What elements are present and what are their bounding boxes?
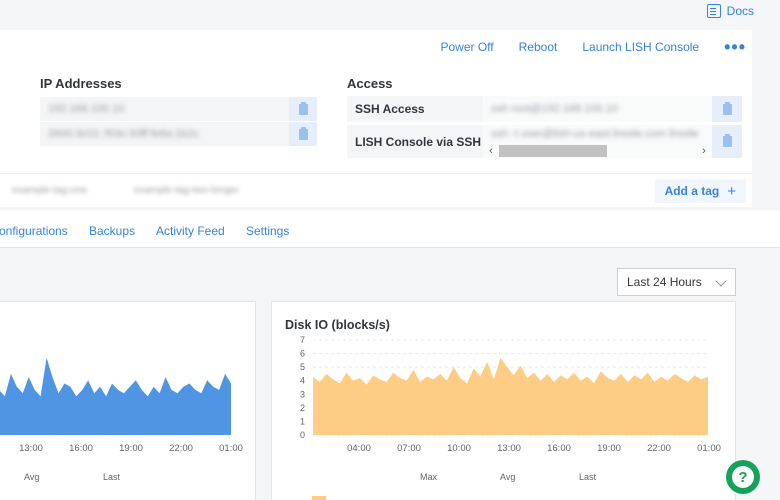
document-icon — [706, 4, 721, 18]
clipboard-icon — [298, 126, 308, 140]
stat-header: Max — [420, 472, 438, 482]
tag-chip[interactable]: example-tag-two-longer — [134, 185, 239, 196]
tags-row: example-tag-one example-tag-two-longer A… — [0, 173, 752, 207]
scroll-left-icon[interactable]: ‹ — [483, 145, 499, 157]
y-tick-label: 1 — [300, 416, 305, 426]
clipboard-icon — [722, 134, 732, 147]
lish-ssh-value: ssh -t user@lish-us-east.linode.com lino… — [491, 128, 699, 140]
scroll-right-icon[interactable]: › — [696, 145, 712, 157]
tab-activity-feed[interactable]: Activity Feed — [156, 224, 225, 238]
docs-link[interactable]: Docs — [706, 4, 754, 18]
x-tick-label: 22:00 — [169, 443, 193, 454]
y-tick-label: 5 — [300, 362, 305, 372]
cpu-usage-card: 13:00 16:00 19:00 22:00 01:00 Avg Last — [0, 301, 256, 500]
ip-value: 192.168.100.10 — [48, 103, 125, 115]
copy-ip-button[interactable] — [289, 122, 317, 146]
x-tick-label: 01:00 — [219, 443, 243, 454]
cpu-usage-chart: 13:00 16:00 19:00 22:00 01:00 — [0, 357, 243, 454]
x-tick-label: 22:00 — [647, 443, 671, 454]
y-tick-label: 7 — [300, 335, 305, 345]
copy-ip-button[interactable] — [289, 97, 317, 121]
ssh-access-label: SSH Access — [347, 96, 483, 122]
clipboard-icon — [298, 101, 308, 115]
question-icon: ? — [732, 466, 754, 488]
add-tag-button[interactable]: Add a tag + — [654, 179, 746, 203]
tab-settings[interactable]: Settings — [246, 224, 289, 238]
y-tick-label: 3 — [300, 389, 305, 399]
clipboard-icon — [722, 101, 732, 115]
time-range-select[interactable]: Last 24 Hours — [617, 268, 736, 296]
tab-configurations[interactable]: onfigurations — [0, 224, 68, 238]
linode-summary-panel: Power Off Reboot Launch LISH Console •••… — [0, 30, 752, 175]
x-tick-label: 13:00 — [19, 443, 43, 454]
lish-ssh-label: LISH Console via SSH — [347, 125, 483, 158]
ip-addresses-title: IP Addresses — [40, 76, 122, 91]
x-tick-label: 13:00 — [497, 443, 521, 454]
disk-io-card: Disk IO (blocks/s) 0 1 2 3 4 5 6 7 04:00 07:00 10:… — [271, 301, 736, 500]
y-tick-label: 6 — [300, 349, 305, 359]
x-tick-label: 16:00 — [547, 443, 571, 454]
x-tick-label: 07:00 — [397, 443, 421, 454]
x-tick-label: 04:00 — [347, 443, 371, 454]
chevron-down-icon — [715, 275, 727, 287]
reboot-button[interactable]: Reboot — [519, 40, 558, 54]
series-area — [0, 357, 231, 435]
y-tick-label: 2 — [300, 403, 305, 413]
power-off-button[interactable]: Power Off — [441, 40, 494, 54]
horizontal-scrollbar[interactable]: ‹ › — [483, 144, 712, 158]
plus-icon: + — [727, 182, 736, 200]
tab-bar: onfigurations Backups Activity Feed Sett… — [0, 210, 780, 248]
stat-header: Last — [103, 472, 121, 482]
disk-io-chart: 0 1 2 3 4 5 6 7 04:00 07:00 10:00 13:00 16:00 19:00 22… — [300, 335, 721, 454]
help-button[interactable]: ? — [726, 460, 760, 494]
series-area — [313, 357, 708, 435]
x-tick-label: 19:00 — [119, 443, 143, 454]
x-tick-label: 10:00 — [447, 443, 471, 454]
add-tag-label: Add a tag — [664, 184, 720, 198]
lish-ssh-row: LISH Console via SSH ssh -t user@lish-us… — [347, 125, 742, 158]
copy-lish-button[interactable] — [712, 125, 742, 158]
stat-header: Avg — [500, 472, 516, 482]
y-tick-label: 0 — [300, 430, 305, 440]
stat-header: Last — [579, 472, 597, 482]
ssh-access-row: SSH Access ssh root@192.168.100.10 — [347, 96, 742, 122]
x-tick-label: 16:00 — [69, 443, 93, 454]
ip-row: 2600:3c01::f03c:93ff:fe8a:1b2c — [40, 122, 317, 146]
stat-header: Avg — [24, 472, 40, 482]
access-title: Access — [347, 76, 393, 91]
action-bar: Power Off Reboot Launch LISH Console ••• — [441, 38, 753, 56]
scrollbar-thumb[interactable] — [499, 145, 607, 157]
copy-ssh-button[interactable] — [712, 96, 742, 122]
x-tick-label: 19:00 — [597, 443, 621, 454]
x-tick-label: 01:00 — [697, 443, 721, 454]
time-range-value: Last 24 Hours — [627, 275, 702, 289]
ip-row: 192.168.100.10 — [40, 97, 317, 121]
y-tick-label: 4 — [300, 376, 305, 386]
docs-label: Docs — [726, 4, 754, 18]
tag-chip[interactable]: example-tag-one — [12, 185, 87, 196]
more-actions-icon[interactable]: ••• — [724, 38, 746, 56]
launch-lish-button[interactable]: Launch LISH Console — [582, 40, 699, 54]
ip-value: 2600:3c01::f03c:93ff:fe8a:1b2c — [48, 128, 199, 140]
legend-swatch — [312, 496, 326, 500]
ssh-access-value: ssh root@192.168.100.10 — [491, 103, 618, 115]
tab-backups[interactable]: Backups — [89, 224, 135, 238]
